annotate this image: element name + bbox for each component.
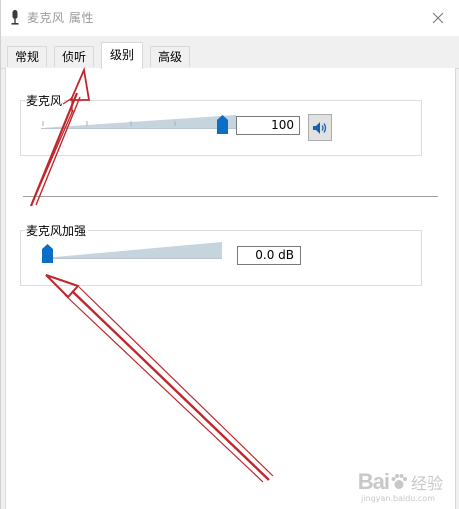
close-button[interactable] [425,5,451,31]
microphone-boost-value[interactable]: 0.0 dB [237,246,301,265]
properties-window: 麦克风 属性 常规 侦听 级别 高级 麦克风 100 麦克风加强 0.0 dB … [0,0,459,509]
microphone-level-value[interactable]: 100 [236,116,300,135]
tab-strip: 常规 侦听 级别 高级 [1,42,459,69]
tab-advanced[interactable]: 高级 [150,46,191,67]
mute-button[interactable] [308,114,332,141]
levels-panel: 麦克风 100 麦克风加强 0.0 dB [5,68,456,509]
microphone-boost-thumb[interactable] [42,244,53,263]
tab-listen[interactable]: 侦听 [54,46,95,67]
watermark-logo: Bai 经验 [358,469,443,495]
tab-general[interactable]: 常规 [7,46,48,67]
watermark-brand: Bai [357,469,390,494]
microphone-icon [11,10,19,25]
microphone-boost-group: 麦克风加强 0.0 dB [20,222,422,286]
microphone-label: 麦克风 [25,92,65,109]
paw-icon [391,474,407,489]
microphone-boost-slider[interactable] [44,242,222,260]
window-title: 麦克风 属性 [27,11,94,25]
microphone-level-slider[interactable] [41,115,236,133]
speaker-icon [313,121,327,134]
tab-levels[interactable]: 级别 [101,42,144,69]
watermark-url: jingyan.baidu.com [361,494,435,503]
close-icon [432,12,444,24]
watermark-suffix: 经验 [410,474,443,493]
microphone-boost-label: 麦克风加强 [25,222,89,239]
separator [23,196,438,197]
microphone-group: 麦克风 100 [20,92,422,156]
title-bar: 麦克风 属性 [1,0,459,36]
microphone-level-thumb[interactable] [217,115,228,134]
